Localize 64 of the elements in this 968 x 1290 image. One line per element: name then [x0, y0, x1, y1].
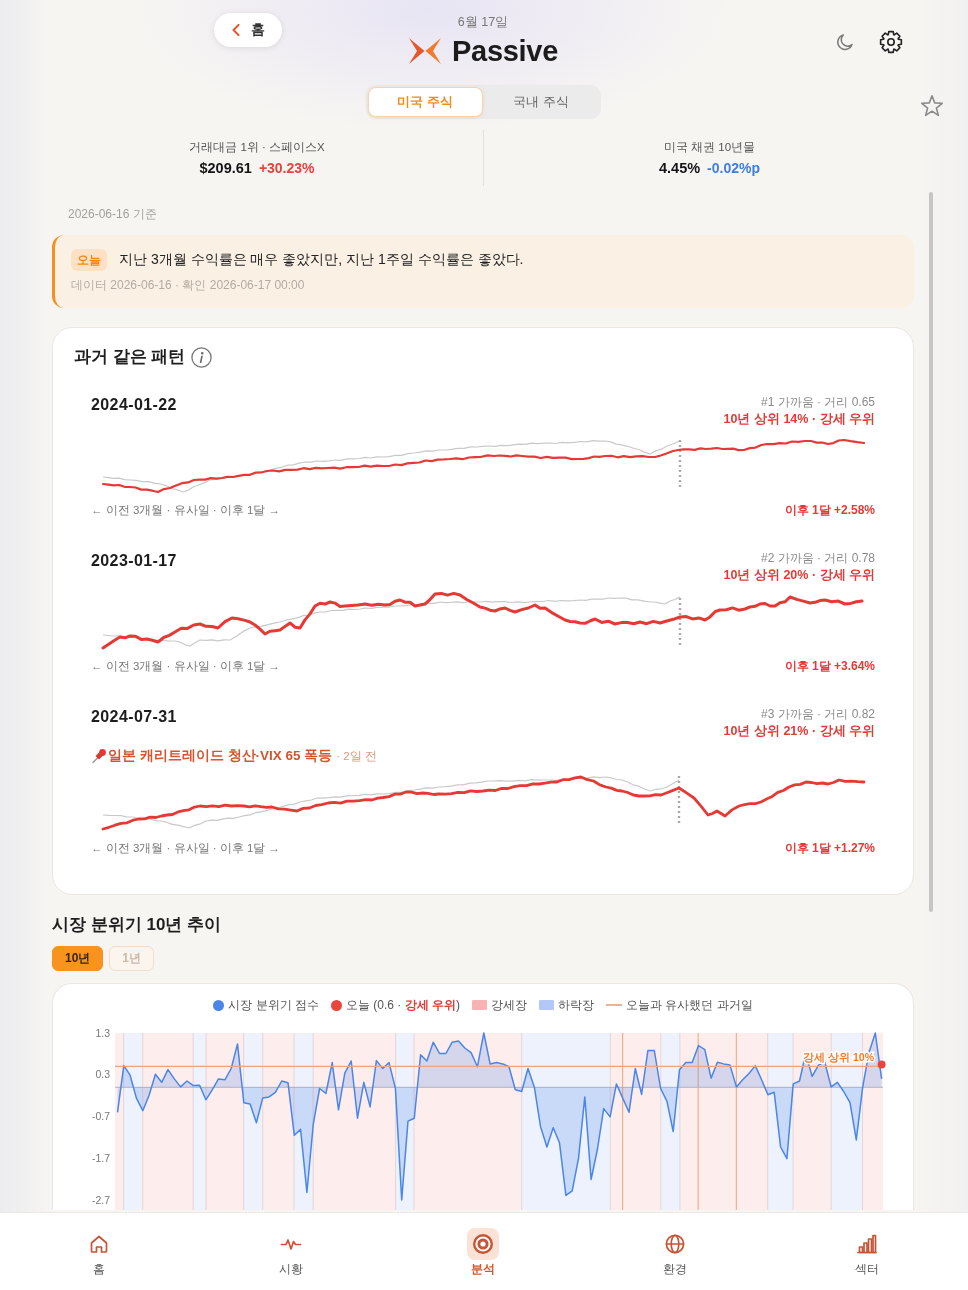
stat-value: $209.61 [199, 158, 252, 177]
nav-item[interactable]: 환경 [579, 1213, 771, 1290]
globe-icon [664, 1233, 686, 1255]
nav-item[interactable]: 홈 [3, 1213, 195, 1290]
pattern-date: 2024-01-22 [91, 395, 177, 415]
y-axis-label: 0.3 [95, 1068, 110, 1081]
notice-meta: 데이터 2026-06-16 · 확인 2026-06-17 00:00 [71, 278, 306, 292]
outcome-text: 이후 1달 +3.64% [784, 657, 875, 675]
moon-icon[interactable] [835, 32, 855, 52]
y-axis-label: -2.7 [91, 1193, 110, 1206]
legend-label: 강세장 [491, 998, 527, 1012]
bar-chart-icon [856, 1233, 878, 1255]
nav-item[interactable]: 시황 [195, 1213, 387, 1290]
stat-change: +30.23% [258, 158, 315, 177]
stat-label: 미국 채권 10년물 [663, 139, 756, 155]
section-title: 시장 분위기 10년 추이 [52, 914, 223, 936]
scrollbar-thumb[interactable] [929, 192, 933, 912]
event-age: · 2일 전 [336, 748, 377, 764]
similar-date-marker [678, 440, 682, 490]
market-tab[interactable]: 국내 주식 [483, 87, 599, 117]
legend-label: 하락장 [558, 998, 594, 1012]
date-label: 6월 17일 [457, 14, 509, 30]
info-icon[interactable] [191, 346, 213, 368]
y-axis-label: 1.3 [95, 1026, 110, 1039]
settings-icon[interactable] [879, 30, 903, 54]
similarity-rank: #3 가까움 · 거리 0.82 [759, 706, 875, 723]
stat-label: 거래대금 1위 · 스페이스X [189, 139, 325, 155]
nav-item[interactable]: 섹터 [771, 1213, 963, 1290]
range-toggle[interactable]: 10년 [52, 946, 104, 971]
target-icon [467, 1228, 499, 1260]
stat-change: -0.02%p [707, 158, 760, 177]
y-axis-label: -1.7 [91, 1151, 110, 1164]
similar-date-marker [677, 776, 681, 826]
range-note: ← 이전 3개월 · 유사일 · 이후 1달 → [91, 658, 280, 674]
today-badge: 오늘 [71, 249, 107, 271]
as-of-date: 2026-06-16 기준 [67, 207, 158, 221]
pushpin-icon [91, 748, 107, 764]
legend-label: 시장 분위기 점수 [228, 998, 319, 1012]
app-logo-text: Passive [452, 34, 558, 68]
y-axis-label: -0.7 [91, 1110, 110, 1123]
legend-label: 오늘과 유사했던 과거일 [626, 998, 753, 1012]
similarity-rank: #2 가까움 · 거리 0.78 [759, 550, 875, 567]
range-note: ← 이전 3개월 · 유사일 · 이후 1달 → [91, 840, 280, 856]
pattern-date: 2023-01-17 [91, 551, 177, 571]
event-title: 일본 캐리트레이드 청산·VIX 65 폭등 [108, 747, 333, 765]
range-note: ← 이전 3개월 · 유사일 · 이후 1달 → [91, 502, 280, 518]
notice-text: 지난 3개월 수익률은 매우 좋았지만, 지난 1주일 수익률은 좋았다. [119, 251, 524, 269]
home-icon [88, 1233, 110, 1255]
similarity-rank: #1 가까움 · 거리 0.65 [759, 394, 875, 411]
percentile-rating: 10년 상위 21% · 강세 우위 [723, 723, 875, 740]
similar-date-marker [678, 598, 682, 645]
pattern-date: 2024-07-31 [91, 707, 177, 727]
back-button[interactable]: 홈 [214, 13, 282, 47]
percentile-rating: 10년 상위 14% · 강세 우위 [723, 411, 875, 428]
stat-value: 4.45% [658, 158, 701, 177]
logo-icon [408, 37, 442, 65]
legend-label: 오늘 (0.6 · 강세 우위) [346, 998, 460, 1012]
chevron-left-icon [232, 24, 240, 36]
outcome-text: 이후 1달 +1.27% [784, 839, 875, 857]
percentile-rating: 10년 상위 20% · 강세 우위 [723, 567, 875, 584]
outcome-text: 이후 1달 +2.58% [784, 501, 875, 519]
section-title: 과거 같은 패턴 [74, 346, 186, 368]
nav-item[interactable]: 분석 [387, 1213, 579, 1290]
star-icon[interactable] [920, 94, 944, 118]
